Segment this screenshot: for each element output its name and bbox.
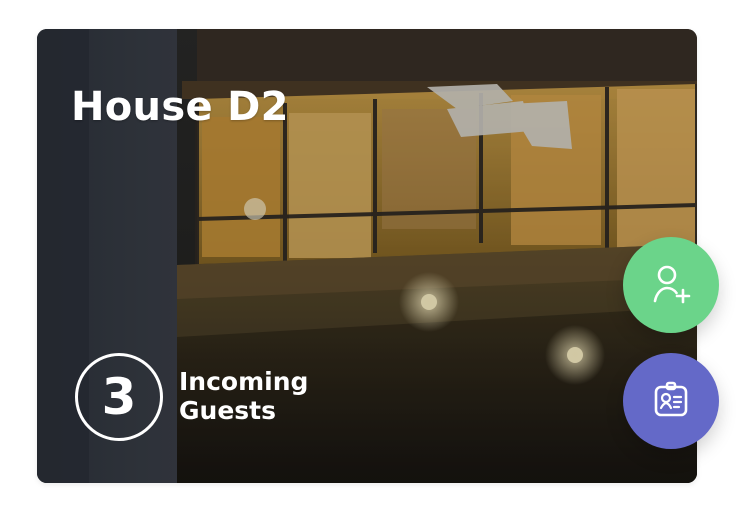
add-guest-button[interactable] bbox=[623, 237, 719, 333]
guest-label-line-1: Incoming bbox=[179, 367, 309, 397]
guest-label-line-2: Guests bbox=[179, 396, 276, 425]
house-card[interactable]: House D2 3 Incoming Guests bbox=[37, 29, 697, 483]
incoming-guests-summary: 3 Incoming Guests bbox=[75, 353, 308, 441]
guest-count-badge: 3 bbox=[75, 353, 163, 441]
user-plus-icon bbox=[647, 261, 695, 309]
property-title: House D2 bbox=[71, 84, 289, 130]
guest-count-label: Incoming Guests bbox=[179, 367, 309, 426]
guest-badge-button[interactable] bbox=[623, 353, 719, 449]
id-badge-icon bbox=[647, 377, 695, 425]
screen: House D2 3 Incoming Guests bbox=[0, 0, 736, 520]
guest-count-value: 3 bbox=[101, 368, 137, 426]
